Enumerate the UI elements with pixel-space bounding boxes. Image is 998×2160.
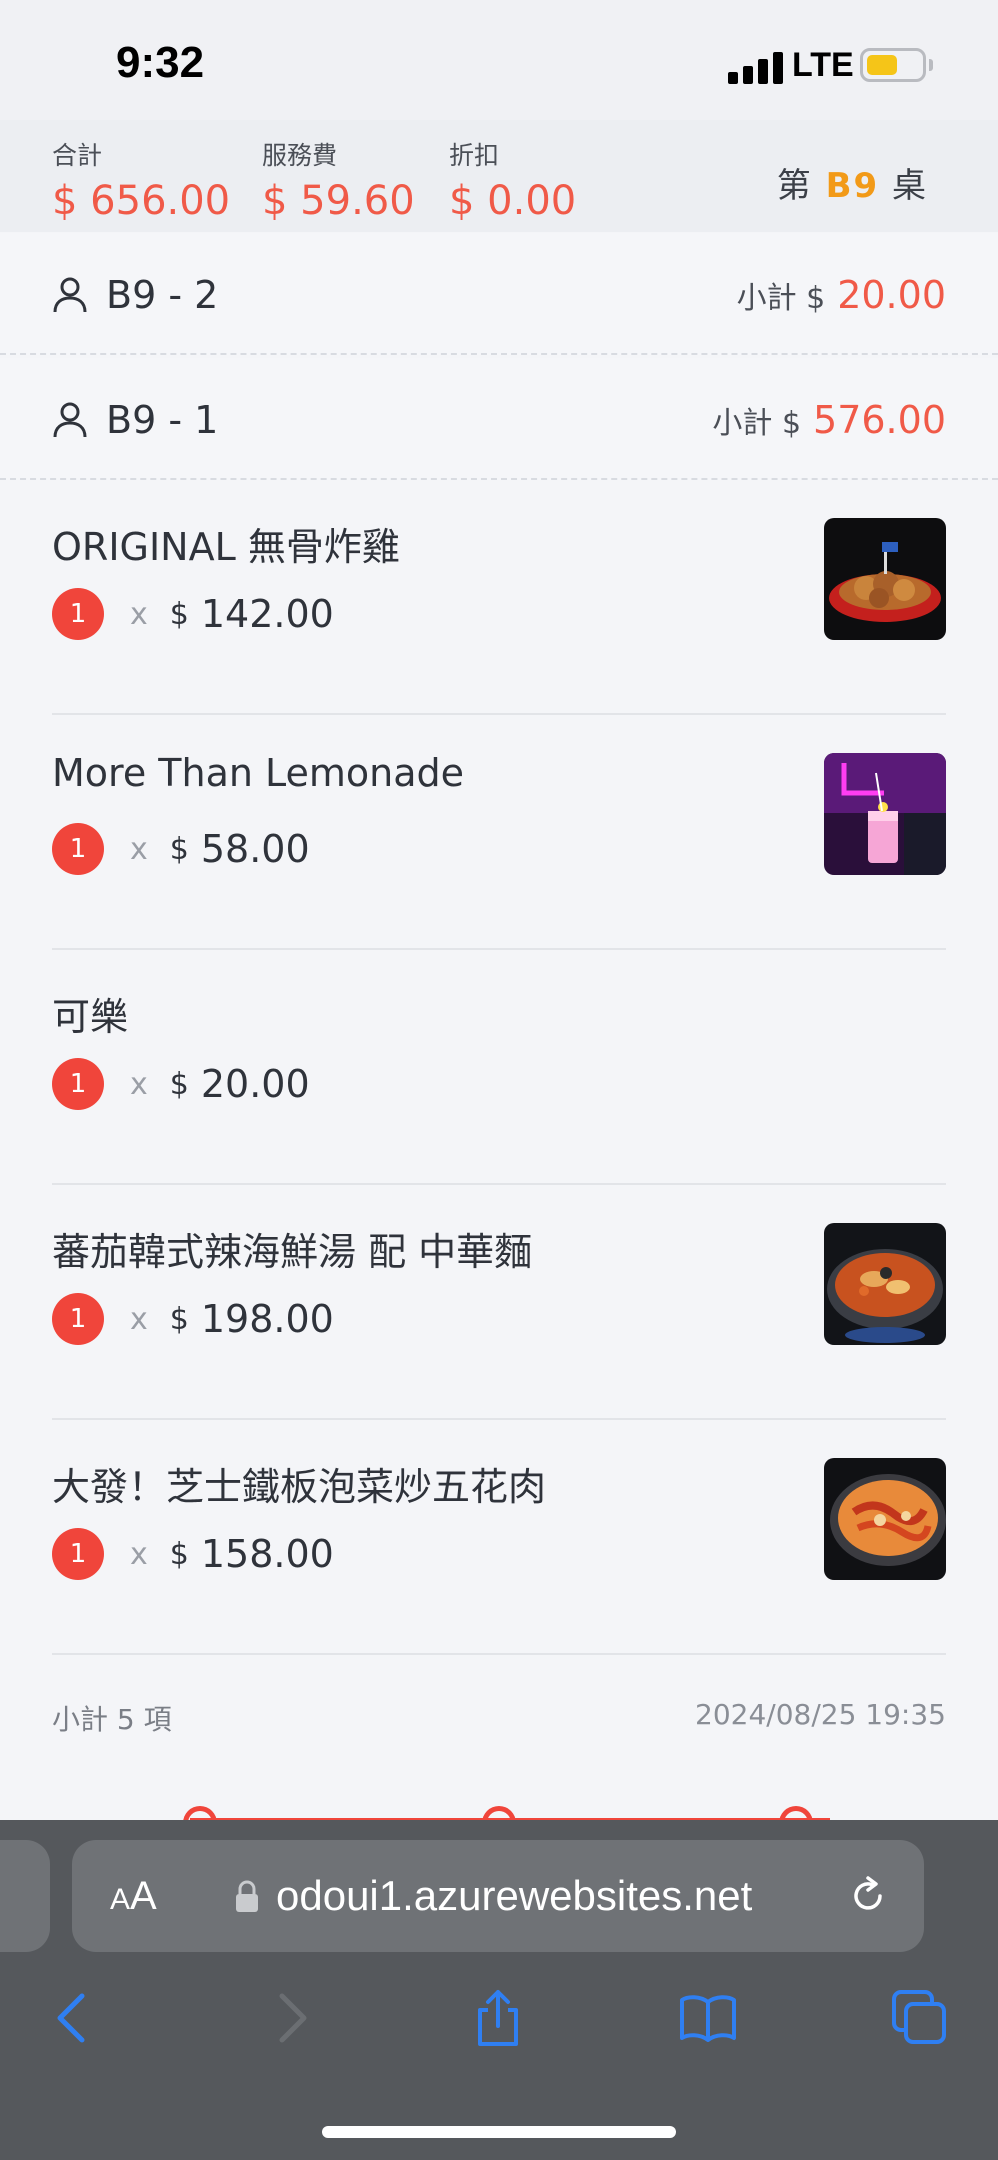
battery-icon xyxy=(860,48,926,82)
previous-tab-peek[interactable] xyxy=(0,1840,50,1952)
person-icon xyxy=(53,277,87,313)
guest-name: B9 - 2 xyxy=(106,273,219,317)
status-time: 9:32 xyxy=(116,38,205,87)
table-prefix: 第 xyxy=(776,166,813,206)
seafood-soup-photo[interactable] xyxy=(824,1223,946,1345)
currency-symbol: $ xyxy=(169,596,189,632)
order-item[interactable]: More Than Lemonade 1 x $ 58.00 xyxy=(52,715,946,950)
item-price: 158.00 xyxy=(200,1532,334,1576)
order-item[interactable]: 可樂 1 x $ 20.00 xyxy=(52,950,946,1185)
times-sign: x xyxy=(130,1301,148,1337)
currency-symbol: $ xyxy=(169,1536,189,1572)
kimchi-pork-photo[interactable] xyxy=(824,1458,946,1580)
times-sign: x xyxy=(130,1066,148,1102)
discount-block: 折扣 $ 0.00 xyxy=(449,136,576,224)
tabs-icon[interactable] xyxy=(890,1988,950,2048)
back-icon[interactable] xyxy=(44,1988,104,2048)
table-code: B9 xyxy=(825,166,880,206)
service-fee-label: 服務費 xyxy=(262,141,338,170)
order-item[interactable]: 大發！芝士鐵板泡菜炒五花肉 1 x $ 158.00 xyxy=(52,1420,946,1655)
times-sign: x xyxy=(130,596,148,632)
times-sign: x xyxy=(130,831,148,867)
item-price: 142.00 xyxy=(200,592,334,636)
item-name: ORIGINAL 無骨炸雞 xyxy=(52,525,400,569)
discount-value: $ 0.00 xyxy=(449,178,577,224)
table-suffix: 桌 xyxy=(892,166,928,206)
person-icon xyxy=(53,402,87,438)
battery-level xyxy=(867,55,897,75)
order-timestamp: 2024/08/25 19:35 xyxy=(695,1698,946,1731)
total-value: $ 656.00 xyxy=(52,178,231,224)
currency-symbol: $ xyxy=(169,1066,189,1102)
battery-cap xyxy=(929,59,933,71)
times-sign: x xyxy=(130,1536,148,1572)
item-count: 小計 5 項 xyxy=(52,1703,172,1736)
order-item[interactable]: ORIGINAL 無骨炸雞 1 x $ 142.00 xyxy=(52,480,946,715)
guest-name: B9 - 1 xyxy=(106,398,219,442)
quantity-badge: 1 xyxy=(52,1293,104,1345)
service-fee-value: $ 59.60 xyxy=(262,178,415,224)
guest-subtotal-value: 20.00 xyxy=(837,273,946,317)
quantity-badge: 1 xyxy=(52,1528,104,1580)
total-block: 合計 $ 656.00 xyxy=(52,136,230,224)
forward-icon[interactable] xyxy=(260,1988,320,2048)
quantity-badge: 1 xyxy=(52,588,104,640)
currency-symbol: $ xyxy=(169,831,189,867)
item-name: 可樂 xyxy=(52,995,129,1039)
item-price: 20.00 xyxy=(200,1062,310,1106)
item-name: 大發！芝士鐵板泡菜炒五花肉 xyxy=(52,1465,547,1509)
guest-subtotal-label: 小計 $ xyxy=(736,281,826,316)
quantity-badge: 1 xyxy=(52,823,104,875)
guest-row-b9-2[interactable]: B9 - 2 小計 $ 20.00 xyxy=(0,233,998,355)
fried-chicken-photo[interactable] xyxy=(824,518,946,640)
bookmarks-icon[interactable] xyxy=(678,1988,738,2048)
reload-icon[interactable] xyxy=(846,1874,890,1918)
item-name: More Than Lemonade xyxy=(52,751,465,795)
discount-label: 折扣 xyxy=(449,141,500,170)
lemonade-photo[interactable] xyxy=(824,753,946,875)
quantity-badge: 1 xyxy=(52,1058,104,1110)
total-label: 合計 xyxy=(52,141,103,170)
share-icon[interactable] xyxy=(468,1988,528,2048)
home-indicator[interactable] xyxy=(322,2126,676,2138)
currency-symbol: $ xyxy=(169,1301,189,1337)
network-type: LTE xyxy=(792,46,854,84)
lock-icon xyxy=(236,1880,258,1912)
item-name: 蕃茄韓式辣海鮮湯 配 中華麵 xyxy=(52,1230,533,1274)
guest-row-b9-1[interactable]: B9 - 1 小計 $ 576.00 xyxy=(0,358,998,480)
order-item[interactable]: 蕃茄韓式辣海鮮湯 配 中華麵 1 x $ 198.00 xyxy=(52,1185,946,1420)
table-number: 第 B9 桌 xyxy=(777,158,928,207)
service-fee-block: 服務費 $ 59.60 xyxy=(262,136,415,224)
item-price: 198.00 xyxy=(200,1297,334,1341)
guest-subtotal-label: 小計 $ xyxy=(712,406,802,441)
guest-subtotal-value: 576.00 xyxy=(813,398,946,442)
item-price: 58.00 xyxy=(200,827,310,871)
cellular-signal-icon xyxy=(728,50,784,84)
reader-settings-button[interactable]: AA xyxy=(110,1874,157,1919)
url-text[interactable]: odoui1.azurewebsites.net xyxy=(276,1872,752,1920)
